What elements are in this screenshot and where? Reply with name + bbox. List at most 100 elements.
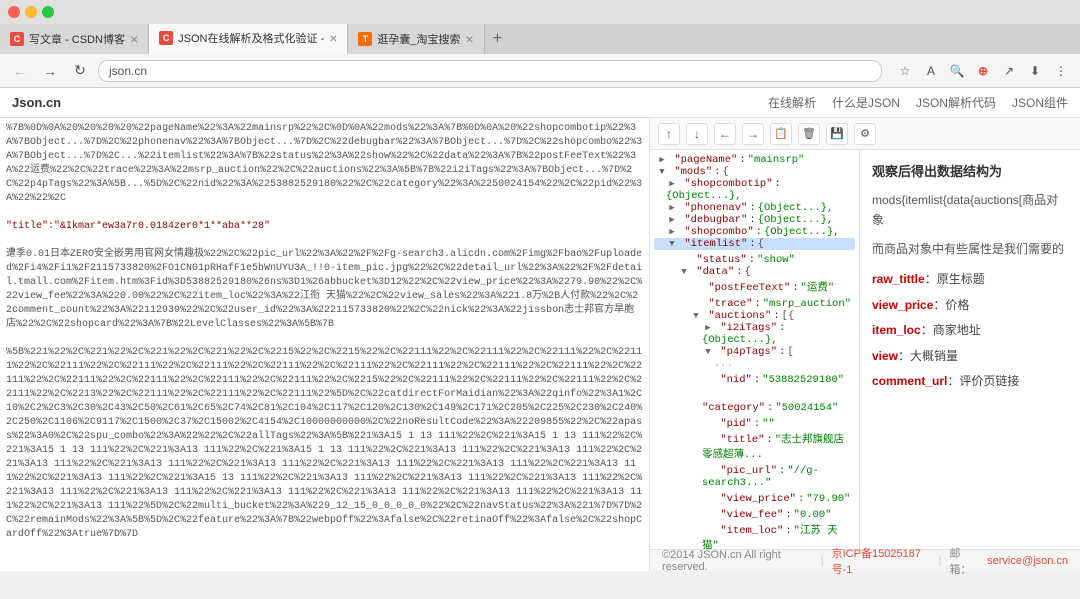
toolbar-settings-btn[interactable]: ⚙ — [854, 123, 876, 145]
tree-toggle[interactable]: ▶ — [656, 154, 668, 166]
toolbar-down-btn[interactable]: ↓ — [686, 123, 708, 145]
tree-toggle — [702, 414, 714, 426]
tree-key: "itemlist" — [684, 238, 747, 250]
tree-row-status[interactable]: "status":"show" — [654, 250, 855, 266]
tree-key: "trace" — [708, 298, 752, 310]
tree-row-title[interactable]: "title":"志士邦旗舰店零感超薄... — [654, 430, 855, 461]
toolbar-link-parse[interactable]: 在线解析 — [768, 94, 816, 111]
address-text: json.cn — [109, 64, 147, 78]
toolbar-save-btn[interactable]: 💾 — [826, 123, 848, 145]
right-toolbar: ↑ ↓ ← → 📋 🗑 💾 ⚙ — [650, 118, 1080, 150]
tree-row-viewprice[interactable]: "view_price":"79.90" — [654, 489, 855, 505]
tab-add-button[interactable]: + — [485, 24, 510, 54]
tree-row-nid[interactable]: "nid":"53882529180" — [654, 370, 855, 386]
tree-toggle[interactable]: ▼ — [678, 266, 690, 278]
tree-value: "show" — [757, 254, 795, 266]
toolbar-link-what[interactable]: 什么是JSON — [832, 94, 900, 111]
tree-key: "postFeeText" — [708, 282, 790, 294]
tree-row-shopcombotip[interactable]: ▶ "shopcombotip":{Object...}, — [654, 178, 855, 202]
tree-toggle[interactable] — [690, 278, 702, 290]
tree-key: "nid" — [720, 374, 752, 386]
toolbar-link-code[interactable]: JSON解析代码 — [916, 94, 996, 111]
field-desc-commenturl: 评价页链接 — [959, 374, 1019, 388]
tree-row-picurl[interactable]: "pic_url":"//g-search3..." — [654, 461, 855, 489]
main-content: %7B%0D%0A%20%20%20%20%22pageName%22%3A%2… — [0, 118, 1080, 571]
annotation-field-rawtittle: raw_tittle：原生标题 — [872, 269, 1068, 291]
tab-csdn[interactable]: C 写文章 - CSDN博客 × — [0, 24, 149, 54]
tab-icon-json: C — [159, 31, 173, 45]
minimize-button[interactable] — [25, 6, 37, 18]
share-icon[interactable]: ↗ — [998, 60, 1020, 82]
tree-toggle[interactable]: ▶ — [666, 202, 678, 214]
tree-row-debugbar[interactable]: ▶ "debugbar":{Object...}, — [654, 214, 855, 226]
tree-row-postfeetext[interactable]: "postFeeText":"运费" — [654, 278, 855, 294]
tree-row-itemloc[interactable]: "item_loc":"江苏 天猫" — [654, 521, 855, 549]
annotation-title: 观察后得出数据结构为 — [872, 160, 1068, 183]
more-icon[interactable]: ⋮ — [1050, 60, 1072, 82]
toolbar-link-component[interactable]: JSON组件 — [1012, 94, 1068, 111]
site-toolbar: Json.cn 在线解析 什么是JSON JSON解析代码 JSON组件 — [0, 88, 1080, 118]
toolbar-left-btn[interactable]: ← — [714, 123, 736, 145]
tree-row-itemlist[interactable]: ▼ "itemlist":{ — [654, 238, 855, 250]
tab-taobao[interactable]: T 逛孕囊_淘宝搜索 × — [348, 24, 484, 54]
field-name-view: view — [872, 349, 898, 363]
read-icon[interactable]: A — [920, 60, 942, 82]
footer-icp[interactable]: 京ICP备15025187号-1 — [832, 545, 931, 577]
maximize-button[interactable] — [42, 6, 54, 18]
tree-row-i2itags[interactable]: ▶ "i2iTags":{Object...}, — [654, 322, 855, 346]
right-content: ▶ "pageName":"mainsrp" ▼ "mods":{ ▶ "sho… — [650, 150, 1080, 549]
tab-close-json[interactable]: × — [329, 30, 337, 46]
tree-toggle[interactable]: ▼ — [702, 346, 714, 358]
tree-row-phonenav[interactable]: ▶ "phonenav":{Object...}, — [654, 202, 855, 214]
json-tree-panel[interactable]: ▶ "pageName":"mainsrp" ▼ "mods":{ ▶ "sho… — [650, 150, 860, 549]
toolbar-delete-btn[interactable]: 🗑 — [798, 123, 820, 145]
address-bar[interactable]: json.cn — [98, 60, 882, 82]
field-sep: ： — [898, 349, 910, 363]
toolbar-copy-btn[interactable]: 📋 — [770, 123, 792, 145]
toolbar-right-btn[interactable]: → — [742, 123, 764, 145]
tree-row-pid[interactable]: "pid":"" — [654, 414, 855, 430]
tree-toggle[interactable] — [690, 294, 702, 306]
tree-toggle[interactable]: ▶ — [666, 226, 678, 238]
tree-toggle[interactable]: ▼ — [690, 310, 702, 322]
tree-value: "msrp_auction" — [763, 298, 851, 310]
tree-toggle[interactable]: ▶ — [666, 214, 678, 226]
tree-value: {Object...}, — [758, 202, 834, 214]
tree-toggle[interactable]: ▼ — [666, 238, 678, 250]
tree-key: "pageName" — [674, 154, 737, 166]
tree-value: {Object...}, — [666, 190, 742, 202]
star-icon[interactable]: ☆ — [894, 60, 916, 82]
tree-row-p4ptags[interactable]: ▼ "p4pTags":[ — [654, 346, 855, 358]
site-toolbar-links: 在线解析 什么是JSON JSON解析代码 JSON组件 — [768, 94, 1068, 111]
back-button[interactable]: ← — [8, 59, 32, 83]
json-raw-panel[interactable]: %7B%0D%0A%20%20%20%20%22pageName%22%3A%2… — [0, 118, 650, 571]
tree-row-pagename[interactable]: ▶ "pageName":"mainsrp" — [654, 154, 855, 166]
forward-button[interactable]: → — [38, 59, 62, 83]
close-button[interactable] — [8, 6, 20, 18]
tree-value: {Object...}, — [702, 334, 778, 346]
tree-toggle — [702, 489, 714, 501]
annotation-panel: 观察后得出数据结构为 mods{itemlist{data{auctions[商… — [860, 150, 1080, 549]
tree-row-shopcombo[interactable]: ▶ "shopcombo":{Object...}, — [654, 226, 855, 238]
tab-icon-csdn: C — [10, 32, 24, 46]
tree-row-data[interactable]: ▼ "data":{ — [654, 266, 855, 278]
tab-close-csdn[interactable]: × — [130, 31, 138, 47]
footer-email[interactable]: service@json.cn — [987, 555, 1068, 567]
tree-toggle[interactable]: ▶ — [666, 178, 678, 190]
tree-toggle[interactable]: ▶ — [702, 322, 714, 334]
reload-button[interactable]: ↻ — [68, 59, 92, 83]
browser-chrome: C 写文章 - CSDN博客 × C JSON在线解析及格式化验证 - × T … — [0, 0, 1080, 88]
search-nav-icon[interactable]: 🔍 — [946, 60, 968, 82]
tree-toggle[interactable] — [678, 250, 690, 262]
tree-row-category[interactable]: "category":"50024154" — [654, 386, 855, 414]
tree-row-auctions[interactable]: ▼ "auctions":[{ — [654, 310, 855, 322]
shield-icon[interactable]: ⊕ — [972, 60, 994, 82]
tree-row-trace[interactable]: "trace":"msrp_auction" — [654, 294, 855, 310]
tab-json[interactable]: C JSON在线解析及格式化验证 - × — [149, 24, 348, 54]
tree-toggle[interactable]: ▼ — [656, 166, 668, 178]
tree-row-viewfee[interactable]: "view_fee":"0.00" — [654, 505, 855, 521]
tab-close-taobao[interactable]: × — [466, 31, 474, 47]
toolbar-up-btn[interactable]: ↑ — [658, 123, 680, 145]
download-icon[interactable]: ⬇ — [1024, 60, 1046, 82]
tree-row-mods[interactable]: ▼ "mods":{ — [654, 166, 855, 178]
